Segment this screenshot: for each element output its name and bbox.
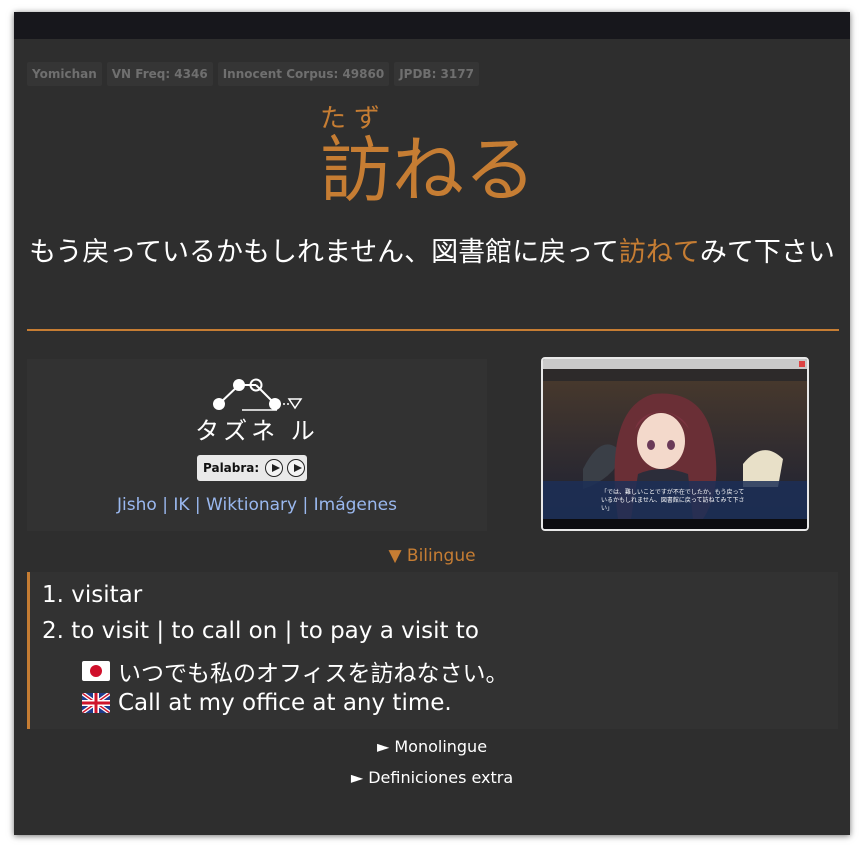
link-images[interactable]: Imágenes [314,495,397,515]
game-screenshot: 「では、難しいことですが不在でしたか。もう戻って いるかもしれません、図書館に戻… [541,357,809,531]
subtitle-line: いるかもしれません、図書館に戻って訪ねてみて下さ [601,497,745,504]
pitch-accent-graph [213,378,303,411]
link-separator: | [162,495,168,515]
dictionary-links: Jisho | IK | Wiktionary | Imágenes [27,495,487,515]
extra-definitions-toggle[interactable]: ► Definiciones extra [14,768,850,787]
tag-innocent-corpus: Innocent Corpus: 49860 [217,62,390,86]
screenshot-bottom-bar [543,519,807,529]
screenshot-titlebar [543,359,807,369]
link-separator: | [194,495,201,515]
uk-flag-icon [82,693,110,713]
pitch-dot [269,398,281,410]
link-jisho[interactable]: Jisho [117,495,157,515]
definition-1: 1. visitar [42,582,143,608]
japan-flag-icon [82,661,110,681]
pitch-drop-marker [287,398,303,410]
tag-list: Yomichan VN Freq: 4346 Innocent Corpus: … [27,62,479,86]
anki-card: Yomichan VN Freq: 4346 Innocent Corpus: … [14,12,850,835]
headword: 訪ねる [320,128,537,212]
tag-jpdb: JPDB: 3177 [394,62,479,86]
pitch-kana: タズネ ル [195,417,319,445]
audio-label: Palabra: [203,461,260,475]
link-separator: | [302,495,309,515]
subtitle-line: い」 [601,505,614,512]
pitch-panel: タズネ ル Palabra: Jisho | IK | Wiktionary |… [27,359,487,531]
example-japanese-text: いつでも私のオフィスを訪ねなさい。 [118,661,509,687]
example-japanese: いつでも私のオフィスを訪ねなさい。 [82,654,509,688]
example-english-text: Call at my office at any time. [118,690,452,716]
audio-box: Palabra: [197,455,307,481]
link-ik[interactable]: IK [173,495,189,515]
sentence-highlight: 訪ねて [618,237,700,268]
pitch-dot [213,398,225,410]
tag-vn-freq: VN Freq: 4346 [106,62,213,86]
close-icon [799,361,805,367]
screenshot-subtitles: 「では、難しいことですが不在でしたか。もう戻って いるかもしれません、図書館に戻… [601,489,771,513]
top-bar [14,12,850,39]
example-english: Call at my office at any time. [82,690,452,716]
sentence-after: みて下さい [699,237,835,268]
tag-yomichan: Yomichan [27,62,102,86]
bilingual-definitions: 1. visitar 2. to visit | to call on | to… [27,572,838,729]
play-icon[interactable] [287,459,306,477]
link-wiktionary[interactable]: Wiktionary [206,495,297,515]
pitch-dot [233,379,245,391]
subtitle-line: 「では、難しいことですが不在でしたか。もう戻って [601,489,745,496]
monolingue-toggle[interactable]: ► Monolingue [14,737,850,756]
divider [27,329,839,331]
bilingue-toggle[interactable]: ▼ Bilingue [14,546,850,566]
example-sentence: もう戻っているかもしれません、図書館に戻って訪ねてみて下さい [24,230,840,276]
play-icon[interactable] [265,459,284,477]
definition-2: 2. to visit | to call on | to pay a visi… [42,618,479,644]
sentence-before: もう戻っているかもしれません、図書館に戻って [29,237,619,268]
